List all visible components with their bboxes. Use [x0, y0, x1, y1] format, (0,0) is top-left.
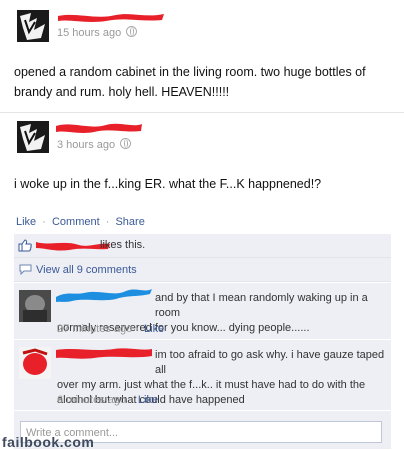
post-message: i woke up in the f...king ER. what the F…: [14, 177, 322, 191]
redacted-name: [56, 123, 142, 133]
comment: im too afraid to go ask why. i have gauz…: [14, 340, 391, 410]
comment: and by that I mean randomly waking up in…: [14, 283, 391, 339]
post-actions: Like · Comment · Share: [16, 216, 145, 228]
watermark: failbook.com: [2, 434, 95, 450]
avatar[interactable]: [17, 10, 49, 42]
like-link[interactable]: Like: [16, 216, 36, 228]
comment-like-link[interactable]: Like: [144, 323, 164, 335]
likes-text: likes this.: [100, 239, 146, 251]
post-divider: [0, 112, 404, 113]
view-all-comments-link[interactable]: View all 9 comments: [36, 264, 137, 276]
post-message: opened a random cabinet in the living ro…: [14, 65, 366, 99]
redacted-name: [58, 14, 164, 22]
comment-meta: 27 minutes ago · Like: [57, 323, 165, 335]
comment-bubble-icon: [19, 264, 32, 275]
comment-meta: 6 minutes ago · Like: [57, 394, 159, 406]
comment-timestamp[interactable]: 27 minutes ago: [57, 323, 132, 335]
comment-timestamp[interactable]: 6 minutes ago: [57, 394, 126, 406]
share-link[interactable]: Share: [115, 216, 144, 228]
view-all-row[interactable]: View all 9 comments: [14, 258, 391, 282]
avatar[interactable]: [17, 121, 49, 153]
likes-row: likes this.: [14, 234, 391, 258]
avatar[interactable]: [19, 290, 51, 322]
thumbs-up-icon: [18, 239, 32, 252]
avatar[interactable]: [19, 347, 51, 379]
globe-icon: [120, 138, 132, 149]
post-timestamp[interactable]: 15 hours ago: [57, 26, 138, 39]
comment-link[interactable]: Comment: [52, 216, 100, 228]
post-timestamp[interactable]: 3 hours ago: [57, 138, 132, 151]
globe-icon: [126, 26, 138, 37]
comment-like-link[interactable]: Like: [138, 394, 158, 406]
